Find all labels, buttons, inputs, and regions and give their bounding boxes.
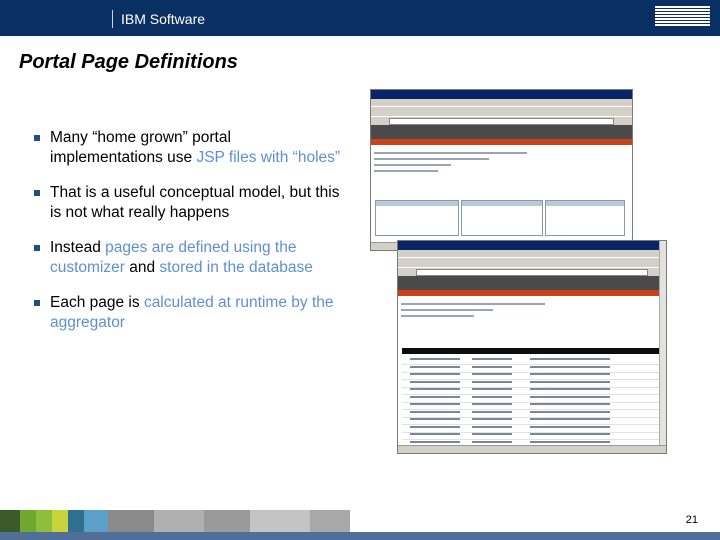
window-titlebar <box>371 90 632 99</box>
window-titlebar <box>398 241 666 250</box>
bullet-text: Each page is <box>50 294 144 311</box>
bullet-item: Each page is calculated at runtime by th… <box>34 293 344 332</box>
table-header <box>402 348 662 354</box>
bullet-item: Many “home grown” portal implementations… <box>34 128 344 167</box>
portal-banner <box>398 276 666 296</box>
bullet-item: That is a useful conceptual model, but t… <box>34 183 344 222</box>
ibm-logo <box>655 5 710 27</box>
portal-banner <box>371 125 632 145</box>
brand-label: IBM Software <box>121 11 206 27</box>
highlighted-text: JSP files with “holes” <box>196 148 341 166</box>
bullet-text: and <box>124 258 160 276</box>
window-toolbar <box>398 257 666 267</box>
portlet-box <box>461 200 543 236</box>
scrollbar <box>659 241 666 446</box>
customizer-form <box>371 145 632 179</box>
bullet-text: That is a useful conceptual model, but t… <box>50 184 340 221</box>
bullet-square-icon <box>34 245 40 251</box>
bullet-square-icon <box>34 135 40 141</box>
window-statusbar <box>398 445 666 453</box>
address-bar <box>398 267 666 276</box>
address-bar <box>371 116 632 125</box>
bullet-item: Instead pages are defined using the cust… <box>34 238 344 277</box>
bullet-text: Instead <box>50 239 106 256</box>
portlet-box <box>545 200 625 236</box>
page-number: 21 <box>685 514 698 526</box>
footer-band <box>0 510 720 540</box>
page-title: Portal Page Definitions <box>19 51 238 73</box>
portlet-list-form <box>398 296 666 324</box>
bullet-list: Many “home grown” portal implementations… <box>34 128 344 348</box>
highlighted-text: stored in the database <box>159 258 313 276</box>
window-menubar <box>371 99 632 106</box>
header-divider <box>112 10 113 28</box>
bullet-square-icon <box>34 190 40 196</box>
portal-screenshot-bottom <box>397 240 667 454</box>
window-toolbar <box>371 106 632 116</box>
window-menubar <box>398 250 666 257</box>
header-bar: IBM Software <box>0 0 720 36</box>
portlet-box <box>375 200 459 236</box>
portal-screenshot-top <box>370 89 633 251</box>
bullet-square-icon <box>34 300 40 306</box>
